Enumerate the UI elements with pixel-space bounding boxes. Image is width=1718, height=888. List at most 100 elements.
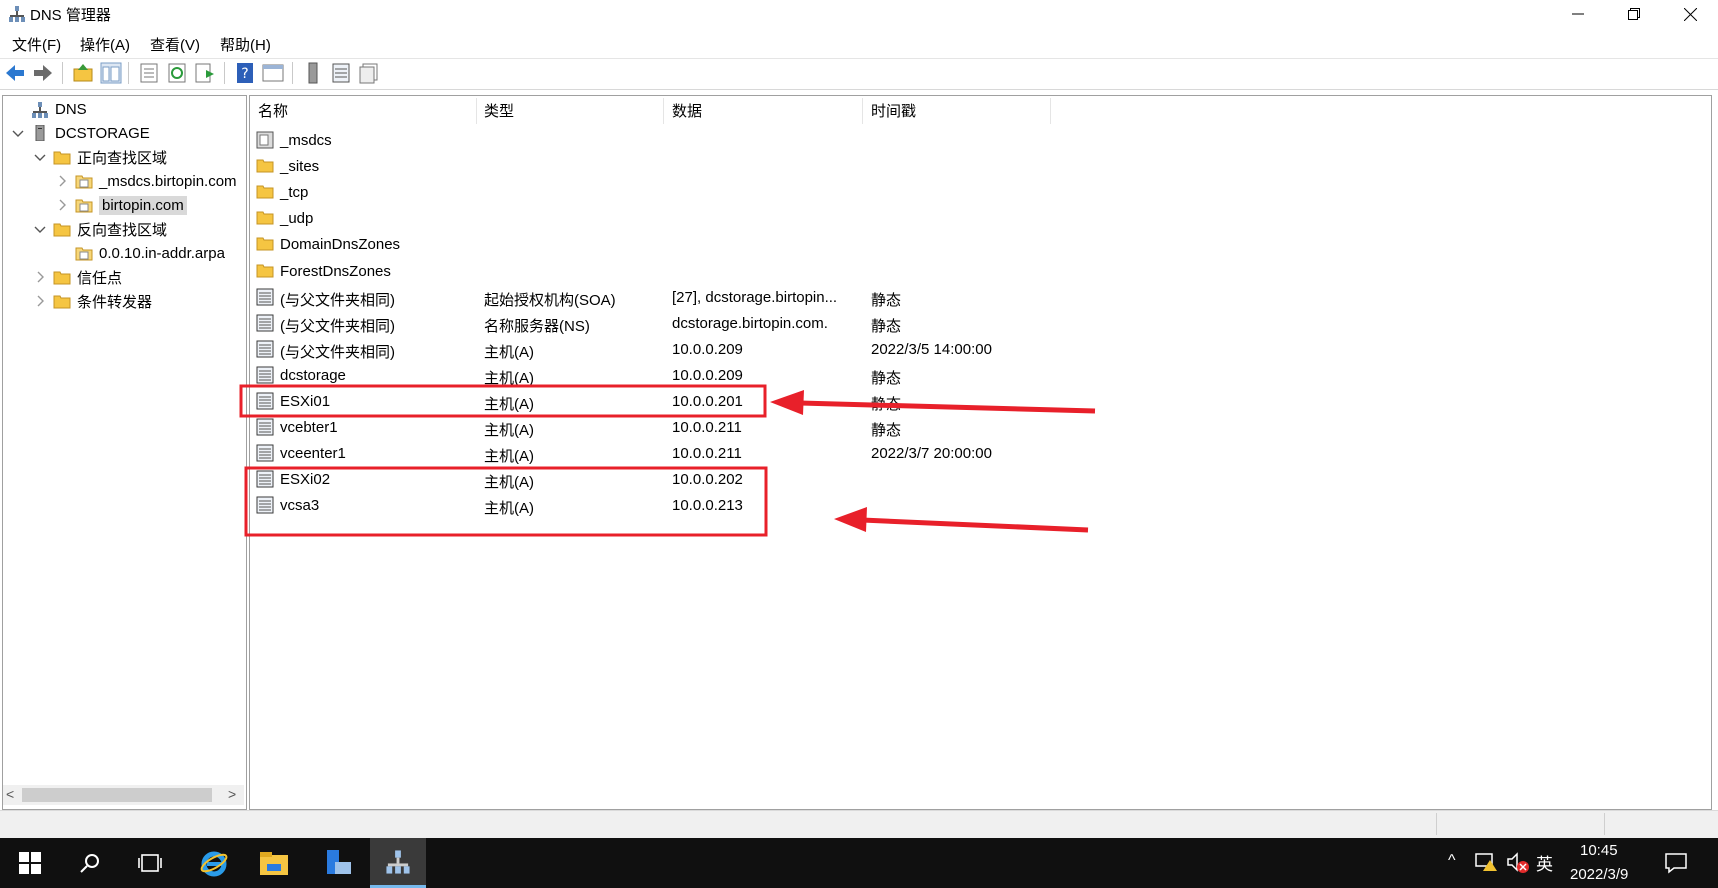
table-row[interactable]: (与父文件夹相同) 起始授权机构(SOA) [27], dcstorage.birt… [254,285,1054,311]
action-center-icon[interactable] [1664,852,1688,874]
table-row[interactable]: (与父文件夹相同) 主机(A) 10.0.0.209 2022/3/5 14:00:0… [254,337,1054,363]
cell-type: 主机(A) [484,500,534,518]
properties-icon[interactable] [138,62,160,84]
server-manager-button[interactable] [310,838,366,888]
chevron-right-icon[interactable] [33,270,47,284]
network-warning-icon[interactable] [1474,852,1498,872]
task-view-button[interactable] [122,838,178,888]
status-divider [1436,813,1437,835]
internet-explorer-button[interactable] [186,838,242,888]
tree-item[interactable]: 反向查找区域 [3,217,244,241]
server-icon[interactable] [302,62,324,84]
menu-file[interactable]: 文件(F) [12,34,61,55]
cell-name: ForestDnsZones [280,262,391,280]
minimize-button[interactable] [1550,0,1606,28]
menu-help[interactable]: 帮助(H) [220,34,271,55]
table-row[interactable]: DomainDnsZones [254,232,1054,258]
input-method-indicator[interactable]: 英 [1536,850,1553,875]
restore-icon [1628,8,1640,20]
task-view-icon [138,854,162,872]
chevron-right-icon[interactable] [55,174,69,188]
column-divider[interactable] [476,98,477,124]
column-header-timestamp[interactable]: 时间戳 [871,100,916,124]
table-row[interactable]: _udp [254,206,1054,232]
restore-button[interactable] [1606,0,1662,28]
clock-date[interactable]: 2022/3/9 [1570,866,1628,883]
back-arrow-icon[interactable] [4,62,26,84]
chevron-right-icon[interactable] [33,294,47,308]
record-icon [256,470,274,488]
table-row[interactable]: dcstorage 主机(A) 10.0.0.209 静态 [254,363,1054,389]
chevron-down-icon[interactable] [33,150,47,164]
column-header-type[interactable]: 类型 [484,100,514,124]
table-row[interactable]: vcebter1 主机(A) 10.0.0.211 静态 [254,415,1054,441]
table-row[interactable]: _tcp [254,180,1054,206]
column-header-name[interactable]: 名称 [258,100,288,124]
cell-name: ESXi01 [280,393,331,410]
tree-item[interactable]: DNS [3,97,244,121]
tree-item[interactable]: birtopin.com [3,193,244,217]
forward-arrow-icon[interactable] [32,62,54,84]
table-row[interactable]: ESXi01 主机(A) 10.0.0.201 静态 [254,389,1054,415]
tree-item-label: birtopin.com [99,195,187,215]
windows-logo-icon [19,852,41,874]
cell-type: 主机(A) [484,396,534,413]
file-explorer-icon [260,852,288,875]
scrollbar-thumb[interactable] [22,788,212,802]
column-divider[interactable] [1050,98,1051,124]
cell-data: 10.0.0.209 [672,366,743,384]
cell-data: 10.0.0.209 [672,340,743,358]
table-row[interactable]: (与父文件夹相同) 名称服务器(NS) dcstorage.birtopin.com… [254,311,1054,337]
up-folder-icon[interactable] [72,62,94,84]
refresh-icon[interactable] [166,62,188,84]
column-divider[interactable] [663,98,664,124]
export-list-icon[interactable] [194,62,216,84]
clock-time[interactable]: 10:45 [1580,842,1618,859]
toolbar-separator [128,62,129,84]
toolbar-separator [292,62,293,84]
toolbar [0,58,1718,90]
server-manager-icon [327,850,351,874]
help-icon[interactable]: ? [234,62,256,84]
tree-item-label: 正向查找区域 [77,149,168,167]
record-icon [256,496,274,514]
tree-item[interactable]: 条件转发器 [3,289,244,313]
dns-manager-taskbar-button[interactable] [370,838,426,888]
table-row[interactable]: ForestDnsZones [254,259,1054,285]
record-list-icon[interactable] [330,62,352,84]
cell-data: 10.0.0.211 [672,419,742,437]
show-hidden-icons-chevron-icon[interactable]: ^ [1448,852,1456,870]
table-row[interactable]: _sites [254,154,1054,180]
menu-view[interactable]: 查看(V) [150,34,200,55]
close-button[interactable] [1662,0,1718,28]
console-window-icon[interactable] [262,62,284,84]
tree-item[interactable]: 0.0.10.in-addr.arpa [3,241,244,265]
tree-item[interactable]: DCSTORAGE [3,121,244,145]
tree-item[interactable]: 正向查找区域 [3,145,244,169]
tree-item[interactable]: 信任点 [3,265,244,289]
table-row[interactable]: _msdcs [254,128,1054,154]
search-button[interactable] [62,838,118,888]
menu-action[interactable]: 操作(A) [80,34,130,55]
column-header-data[interactable]: 数据 [672,100,702,124]
search-icon [80,854,99,873]
show-hide-tree-icon[interactable] [100,62,122,84]
scroll-right-icon[interactable]: > [228,786,236,802]
chevron-down-icon[interactable] [11,126,25,140]
chevron-down-icon[interactable] [33,222,47,236]
table-row[interactable]: ESXi02 主机(A) 10.0.0.202 [254,467,1054,493]
table-row[interactable]: vceenter1 主机(A) 10.0.0.211 2022/3/7 20:00:0… [254,441,1054,467]
chevron-right-icon[interactable] [55,198,69,212]
cell-name: dcstorage [280,366,346,384]
scroll-left-icon[interactable]: < [6,786,14,802]
column-divider[interactable] [862,98,863,124]
volume-muted-icon[interactable] [1506,852,1530,874]
zone-records-icon[interactable] [358,62,380,84]
minimize-icon [1572,13,1584,15]
start-button[interactable] [2,838,58,888]
folder-icon [256,235,274,253]
tree-item[interactable]: _msdcs.birtopin.com [3,169,244,193]
file-explorer-button[interactable] [246,838,302,888]
table-row[interactable]: vcsa3 主机(A) 10.0.0.213 [254,493,1054,519]
record-icon [256,444,274,462]
